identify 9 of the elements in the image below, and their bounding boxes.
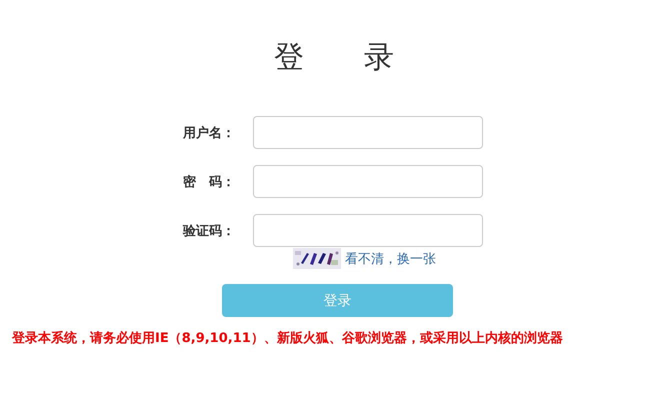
field-label: 验证码： bbox=[182, 222, 235, 240]
input-field[interactable] bbox=[253, 116, 483, 149]
browser-notice: 登录本系统，请务必使用IE（8,9,10,11）、新版火狐、谷歌浏览器，或采用以上内核的浏览器 bbox=[12, 330, 564, 347]
refresh-captcha-link[interactable]: 看不清，换一张 bbox=[345, 250, 436, 268]
input-field[interactable] bbox=[253, 214, 483, 247]
page-title: 登 录 bbox=[274, 39, 394, 77]
field-label: 密 码： bbox=[182, 174, 235, 190]
field-label: 用户名： bbox=[182, 124, 235, 142]
input-field[interactable] bbox=[253, 165, 483, 198]
